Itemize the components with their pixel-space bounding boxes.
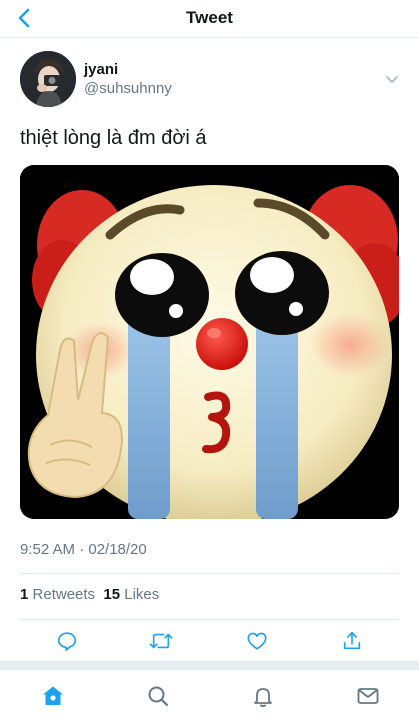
tab-home[interactable] bbox=[40, 683, 66, 709]
retweet-button[interactable] bbox=[149, 629, 173, 653]
reply-icon bbox=[57, 632, 77, 651]
likes-count: 15 bbox=[103, 586, 121, 603]
retweets-stat[interactable]: 1 Retweets bbox=[20, 586, 95, 603]
avatar[interactable] bbox=[20, 51, 76, 107]
retweet-icon bbox=[149, 633, 173, 649]
page-title: Tweet bbox=[186, 8, 233, 27]
likes-label: Likes bbox=[124, 586, 160, 603]
tweet-author: jyani @suhsuhnny bbox=[20, 50, 400, 108]
tweet-text: thiệt lòng là đm đời á bbox=[20, 127, 207, 149]
author-display-name[interactable]: jyani bbox=[84, 61, 118, 78]
crying-clown-emoji-image bbox=[20, 165, 399, 519]
reply-button[interactable] bbox=[55, 629, 79, 653]
section-separator bbox=[0, 661, 419, 669]
envelope-icon bbox=[357, 688, 379, 704]
search-icon bbox=[148, 686, 169, 707]
share-icon bbox=[343, 631, 361, 650]
divider bbox=[20, 573, 399, 574]
author-handle[interactable]: @suhsuhnny bbox=[84, 80, 172, 97]
retweets-count: 1 bbox=[20, 586, 29, 603]
likes-stat[interactable]: 15 Likes bbox=[103, 586, 159, 603]
home-icon bbox=[43, 686, 63, 705]
tab-messages[interactable] bbox=[355, 683, 381, 709]
tab-notifications[interactable] bbox=[250, 683, 276, 709]
tweet-actions bbox=[0, 625, 419, 657]
tweet-media[interactable] bbox=[20, 165, 399, 519]
avatar-photo bbox=[20, 51, 76, 107]
divider bbox=[20, 619, 399, 620]
chevron-down-icon bbox=[386, 76, 398, 83]
tweet-stats: 1 Retweets 15 Likes bbox=[20, 586, 159, 603]
retweets-label: Retweets bbox=[32, 586, 96, 603]
tweet-options-button[interactable] bbox=[382, 70, 402, 90]
bell-icon bbox=[254, 688, 272, 708]
like-button[interactable] bbox=[245, 629, 269, 653]
share-button[interactable] bbox=[340, 629, 364, 653]
tweet-timestamp[interactable]: 9:52 AM · 02/18/20 bbox=[20, 541, 147, 558]
top-bar: Tweet bbox=[0, 0, 419, 38]
bottom-tab-bar bbox=[0, 669, 419, 720]
heart-icon bbox=[247, 632, 267, 650]
tab-search[interactable] bbox=[145, 683, 171, 709]
